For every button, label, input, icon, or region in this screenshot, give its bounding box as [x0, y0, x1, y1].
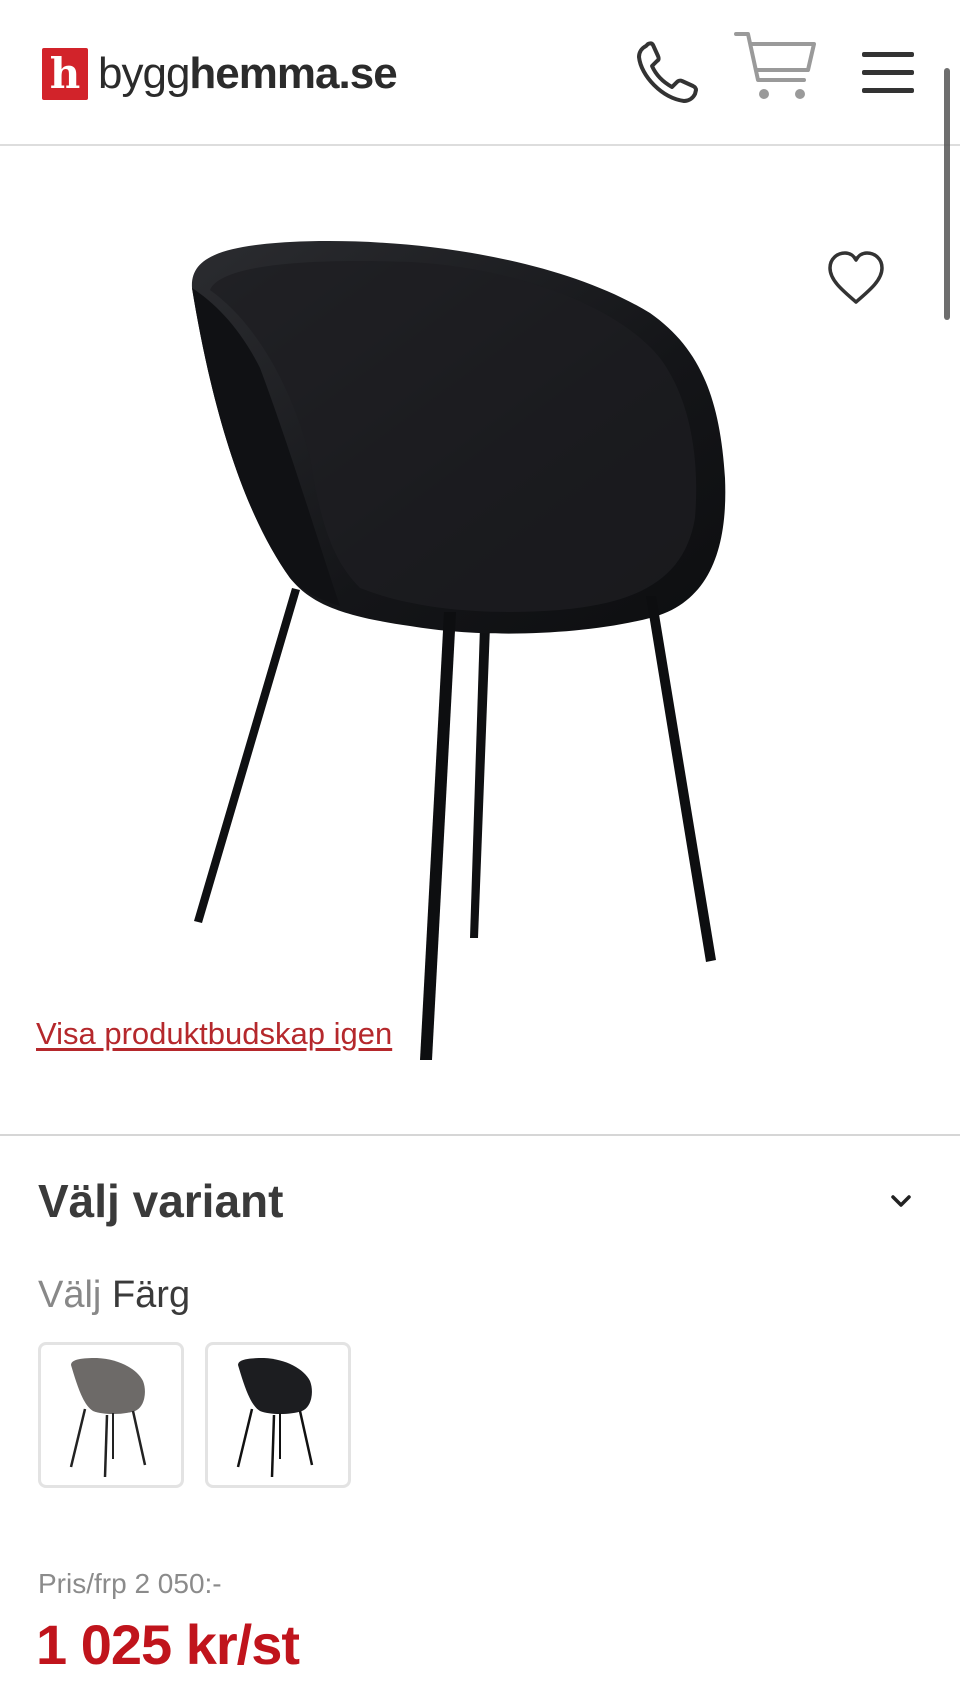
- product-image-area: Visa produktbudskap igen: [0, 148, 960, 1138]
- color-swatch-grey[interactable]: [38, 1342, 184, 1488]
- variant-heading[interactable]: Välj variant: [38, 1174, 283, 1228]
- original-price: Pris/frp 2 050:-: [38, 1568, 222, 1599]
- phone-icon[interactable]: [632, 36, 704, 108]
- swatch-chair-grey: [69, 1358, 147, 1478]
- logo-text: bygghemma.se: [98, 49, 398, 99]
- logo-text-bygg: bygg: [98, 49, 190, 98]
- site-header: h bygghemma.se: [0, 0, 960, 146]
- menu-icon[interactable]: [860, 44, 916, 104]
- logo-text-se: .se: [338, 49, 398, 98]
- color-label-prefix: Välj: [38, 1274, 102, 1316]
- chevron-down-icon[interactable]: [884, 1184, 918, 1218]
- swatch-chair-black: [236, 1358, 314, 1478]
- product-image-chair[interactable]: [180, 218, 800, 1098]
- logo-mark: h: [42, 48, 88, 100]
- show-product-message-link[interactable]: Visa produktbudskap igen: [36, 1016, 392, 1052]
- current-price: 1 025 kr/st: [36, 1613, 300, 1676]
- color-swatch-black[interactable]: [205, 1342, 351, 1488]
- section-divider: [0, 1134, 960, 1136]
- color-label-name: Färg: [111, 1274, 191, 1316]
- logo-text-hemma: hemma: [189, 49, 339, 98]
- cart-icon[interactable]: [734, 30, 818, 110]
- site-logo[interactable]: h bygghemma.se: [42, 46, 398, 102]
- color-label: Välj Färg: [38, 1274, 190, 1317]
- heart-icon[interactable]: [824, 248, 888, 308]
